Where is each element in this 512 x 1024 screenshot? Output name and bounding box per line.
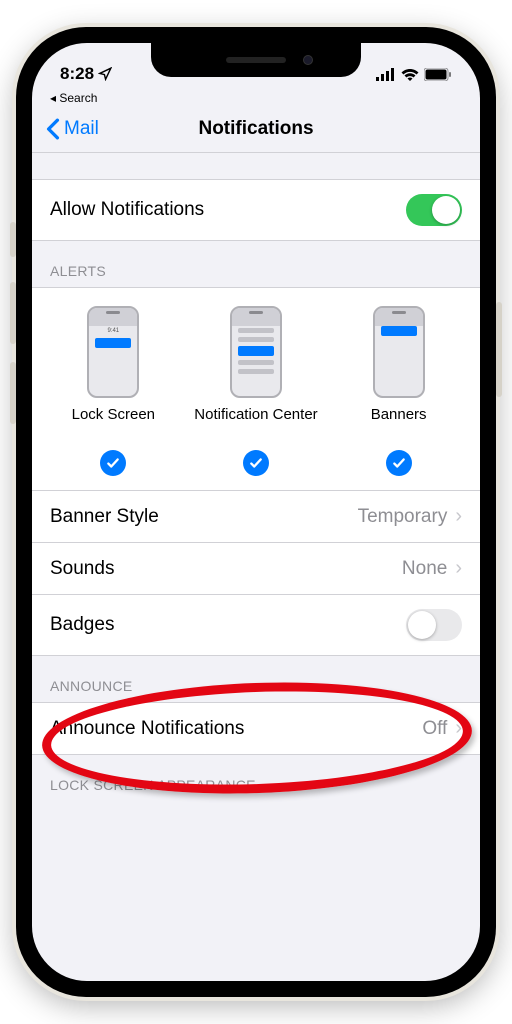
chevron-left-icon	[46, 118, 60, 140]
banner-style-row[interactable]: Banner Style Temporary ›	[32, 491, 480, 543]
lock-screen-appearance-header: LOCK SCREEN APPEARANCE	[32, 755, 480, 801]
power-button	[496, 302, 502, 397]
speaker-grille	[226, 57, 286, 63]
alert-check-icon[interactable]	[386, 450, 412, 476]
announce-notifications-value: Off	[422, 718, 447, 740]
notification-center-preview-icon	[230, 306, 282, 398]
sounds-value: None	[402, 558, 447, 580]
volume-up-button	[10, 282, 16, 344]
badges-label: Badges	[50, 614, 114, 636]
chevron-right-icon: ›	[455, 717, 462, 740]
location-icon	[98, 67, 112, 81]
status-time: 8:28	[60, 64, 94, 84]
banner-style-value: Temporary	[358, 506, 448, 528]
chevron-right-icon: ›	[455, 505, 462, 528]
badges-row[interactable]: Badges	[32, 595, 480, 656]
notch	[151, 43, 361, 77]
page-title: Notifications	[32, 118, 480, 140]
cellular-icon	[376, 68, 396, 81]
allow-notifications-toggle[interactable]	[406, 194, 462, 226]
mute-switch	[10, 222, 16, 257]
nav-back-label: Mail	[64, 118, 99, 140]
alert-check-icon[interactable]	[100, 450, 126, 476]
sounds-row[interactable]: Sounds None ›	[32, 543, 480, 595]
allow-notifications-row[interactable]: Allow Notifications	[32, 179, 480, 241]
volume-down-button	[10, 362, 16, 424]
content[interactable]: Allow Notifications ALERTS 9:41 Lock Scr…	[32, 153, 480, 981]
nav-bar: Mail Notifications	[32, 105, 480, 153]
battery-icon	[424, 68, 452, 81]
alert-banners[interactable]: Banners	[328, 306, 469, 476]
wifi-icon	[401, 68, 419, 81]
chevron-right-icon: ›	[455, 557, 462, 580]
badges-toggle[interactable]	[406, 609, 462, 641]
announce-notifications-label: Announce Notifications	[50, 718, 244, 740]
alerts-header: ALERTS	[32, 241, 480, 287]
announce-header: ANNOUNCE	[32, 656, 480, 702]
allow-notifications-label: Allow Notifications	[50, 199, 204, 221]
nav-back-button[interactable]: Mail	[46, 118, 99, 140]
announce-notifications-row[interactable]: Announce Notifications Off ›	[32, 702, 480, 755]
front-camera	[303, 55, 313, 65]
alerts-panel: 9:41 Lock Screen	[32, 287, 480, 491]
alert-notification-center[interactable]: Notification Center	[185, 306, 326, 476]
screen: 8:28 ◂ Search Mail Notifications Allow N…	[32, 43, 480, 981]
alert-lock-screen[interactable]: 9:41 Lock Screen	[43, 306, 184, 476]
alert-label: Lock Screen	[72, 406, 155, 444]
phone-frame: 8:28 ◂ Search Mail Notifications Allow N…	[16, 27, 496, 997]
alert-label: Banners	[371, 406, 427, 444]
banner-style-label: Banner Style	[50, 506, 159, 528]
alert-label: Notification Center	[194, 406, 317, 444]
alert-check-icon[interactable]	[243, 450, 269, 476]
back-to-app[interactable]: ◂ Search	[32, 91, 480, 105]
banners-preview-icon	[373, 306, 425, 398]
sounds-label: Sounds	[50, 558, 114, 580]
lock-screen-preview-icon: 9:41	[87, 306, 139, 398]
